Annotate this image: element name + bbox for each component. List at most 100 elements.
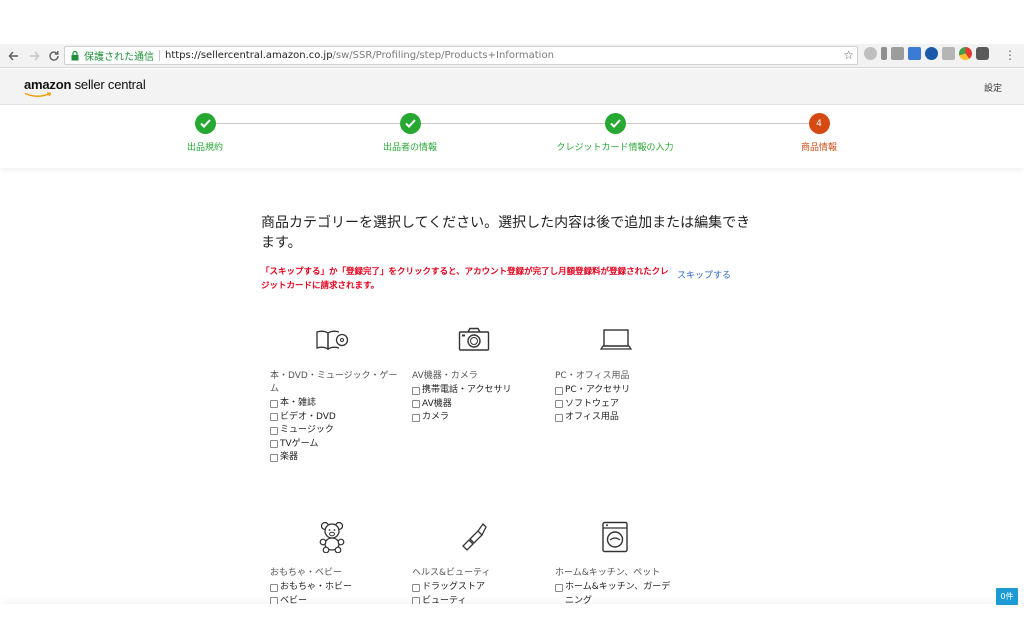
book-extension-icon[interactable]: [942, 47, 955, 60]
address-separator: [159, 50, 160, 61]
checkbox[interactable]: [270, 413, 278, 422]
option-label: 本・雑誌: [280, 398, 317, 408]
checkbox[interactable]: [555, 400, 563, 409]
checkbox[interactable]: [412, 400, 420, 409]
category-option[interactable]: おもちゃ・ホビー: [270, 581, 400, 595]
category-option[interactable]: 楽器: [270, 451, 400, 465]
checkbox[interactable]: [555, 386, 563, 395]
category-option[interactable]: ドラッグストア: [412, 581, 542, 595]
reload-icon: [49, 50, 59, 61]
arrow-right-icon: [30, 51, 40, 60]
category-option[interactable]: PC・アクセサリ: [555, 384, 685, 398]
option-label: 楽器: [280, 452, 299, 462]
option-label: TVゲーム: [280, 438, 319, 449]
reload-button[interactable]: [44, 46, 64, 66]
checkbox[interactable]: [412, 583, 420, 592]
category-option[interactable]: 携帯電話・アクセサリ: [412, 384, 542, 398]
category-title: PC・オフィス用品: [555, 371, 630, 381]
checkbox[interactable]: [555, 413, 563, 422]
category-health-beauty: ヘルス&ビューティ ドラッグストア ビューティ: [412, 567, 542, 608]
url-host: https://sellercentral.amazon.co.jp: [165, 50, 333, 61]
page-extension-icon[interactable]: [908, 47, 921, 60]
bar-extension-icon[interactable]: [881, 47, 887, 60]
bookmark-star-icon[interactable]: ☆: [843, 48, 854, 62]
shield-extension-icon[interactable]: [925, 47, 938, 60]
checkbox[interactable]: [412, 386, 420, 395]
step-check-icon: [399, 113, 421, 134]
category-option[interactable]: オフィス用品: [555, 411, 685, 425]
option-label: ビデオ・DVD: [280, 411, 336, 422]
category-title: 本・DVD・ミュージック・ゲーム: [270, 371, 398, 394]
category-pc-office: PC・オフィス用品 PC・アクセサリ ソフトウェア オフィス用品: [555, 370, 685, 425]
color-wheel-extension-icon[interactable]: [959, 47, 972, 60]
step-label: 出品者の情報: [382, 143, 437, 153]
category-title: ヘルス&ビューティ: [412, 568, 491, 578]
checkbox[interactable]: [270, 583, 278, 592]
top-blank-area: [0, 0, 1024, 44]
skip-link[interactable]: スキップする: [677, 268, 731, 281]
category-title: AV機器・カメラ: [412, 371, 478, 381]
step-credit-card: クレジットカード情報の入力: [545, 113, 685, 153]
category-option[interactable]: カメラ: [412, 411, 542, 425]
washing-machine-icon: [602, 521, 628, 553]
checkbox[interactable]: [270, 399, 278, 408]
camera-icon: [458, 327, 490, 351]
option-label: おもちゃ・ホビー: [280, 582, 353, 592]
option-label: オフィス用品: [565, 412, 619, 422]
seller-central-logo[interactable]: amazon seller central: [24, 77, 146, 92]
forward-button[interactable]: [24, 46, 44, 66]
browser-toolbar: 保護された通信 https://sellercentral.amazon.co.…: [0, 44, 1024, 68]
lipstick-icon: [462, 522, 487, 551]
logo-seller-central-text: seller central: [71, 77, 146, 92]
puzzle-extension-icon[interactable]: [976, 47, 989, 60]
option-label: AV機器: [422, 398, 452, 409]
step-number-badge: 4: [808, 113, 830, 134]
settings-link[interactable]: 設定: [984, 81, 1002, 94]
checkbox[interactable]: [270, 426, 278, 435]
count-badge[interactable]: 0件: [996, 588, 1018, 605]
option-label: ミュージック: [280, 425, 334, 435]
billing-warning: 「スキップする」か「登録完了」をクリックすると、アカウント登録が完了し月額登録料…: [261, 267, 669, 291]
extension-icons: [864, 47, 989, 60]
seller-central-header: amazon seller central 設定: [0, 69, 1024, 105]
category-option[interactable]: 本・雑誌: [270, 397, 400, 411]
step-label: 商品情報: [800, 143, 837, 153]
image-extension-icon[interactable]: [891, 47, 904, 60]
category-title: おもちゃ・ベビー: [270, 568, 343, 578]
checkbox[interactable]: [270, 440, 278, 449]
category-option[interactable]: ミュージック: [270, 424, 400, 438]
step-check-icon: [194, 113, 216, 134]
teddy-bear-icon: [319, 521, 345, 553]
option-label: 携帯電話・アクセサリ: [422, 385, 512, 395]
step-label: 出品規約: [186, 143, 223, 153]
category-option[interactable]: AV機器: [412, 398, 542, 412]
back-button[interactable]: [4, 46, 24, 66]
category-home-kitchen-pet: ホーム&キッチン、ペット ホーム&キッチン、ガーデニング: [555, 567, 677, 608]
option-label: ソフトウェア: [565, 398, 620, 409]
category-books-media: 本・DVD・ミュージック・ゲーム 本・雑誌 ビデオ・DVD ミュージック TVゲ…: [270, 370, 400, 465]
category-title: ホーム&キッチン、ペット: [555, 568, 661, 578]
browser-menu-icon[interactable]: ⋮: [1004, 48, 1016, 62]
option-label: カメラ: [422, 412, 450, 422]
category-option[interactable]: ビデオ・DVD: [270, 411, 400, 425]
category-toys-baby: おもちゃ・ベビー おもちゃ・ホビー ベビー: [270, 567, 400, 608]
category-av-camera: AV機器・カメラ 携帯電話・アクセサリ AV機器 カメラ: [412, 370, 542, 425]
checkbox[interactable]: [555, 583, 563, 592]
bottom-area: [0, 604, 1024, 640]
progress-line: [205, 123, 819, 124]
step-product-info: 4 商品情報: [749, 113, 889, 153]
cloud-extension-icon[interactable]: [864, 47, 877, 60]
category-option[interactable]: ソフトウェア: [555, 398, 685, 412]
address-bar[interactable]: 保護された通信 https://sellercentral.amazon.co.…: [64, 46, 858, 65]
step-terms: 出品規約: [135, 113, 275, 153]
lock-icon: [68, 50, 82, 61]
step-label: クレジットカード情報の入力: [556, 143, 674, 153]
checkbox[interactable]: [412, 413, 420, 422]
category-option[interactable]: TVゲーム: [270, 438, 400, 452]
registration-progress: 出品規約 出品者の情報 クレジットカード情報の入力 4 商品情報: [0, 106, 1024, 168]
checkbox[interactable]: [270, 453, 278, 462]
laptop-icon: [600, 329, 632, 350]
book-cd-icon: [316, 330, 349, 351]
arrow-left-icon: [8, 51, 18, 60]
step-seller-info: 出品者の情報: [340, 113, 480, 153]
